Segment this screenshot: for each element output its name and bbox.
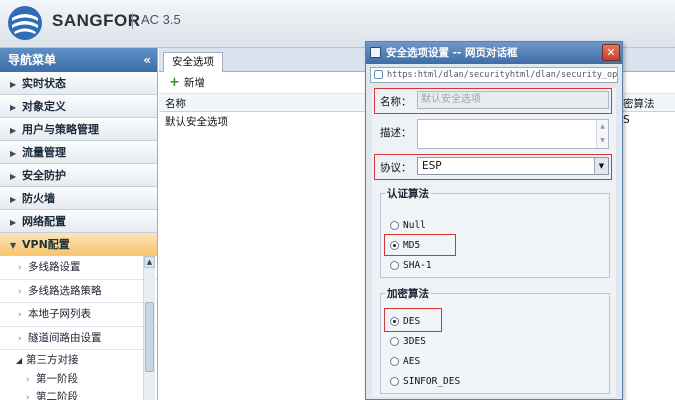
chevron-right-icon: ▶ — [10, 172, 17, 181]
radio-label: SHA-1 — [403, 260, 432, 271]
nav-item-label: 网络配置 — [22, 215, 66, 228]
subnav-group-third-party[interactable]: ◢ 第三方对接 — [0, 350, 157, 370]
nav-item-label: 防火墙 — [22, 192, 55, 205]
sidebar-title: 导航菜单 — [8, 53, 57, 67]
subnav-group-label: 第三方对接 — [26, 354, 79, 366]
nav-item-user-policy[interactable]: ▶ 用户与策略管理 — [0, 118, 157, 141]
subnav-phase-two[interactable]: › 第二阶段 — [0, 388, 157, 400]
radio-label: Null — [403, 220, 426, 231]
close-button[interactable]: ✕ — [602, 44, 620, 61]
column-header-partial[interactable]: 密算法 — [623, 96, 655, 111]
radio-circle-icon — [390, 357, 399, 366]
chevron-right-icon: › — [18, 310, 22, 320]
radio-circle-icon — [390, 221, 399, 230]
nav-item-label: 安全防护 — [22, 169, 66, 182]
chevron-right-icon: › — [18, 333, 22, 344]
page-icon — [374, 70, 383, 79]
nav-item-label: 对象定义 — [22, 100, 66, 113]
cell-name: 默认安全选项 — [165, 116, 228, 128]
radio-circle-icon — [390, 377, 399, 386]
description-label: 描述： — [380, 127, 412, 139]
subnav-label: 多线路选路策略 — [28, 284, 102, 297]
nav-item-security[interactable]: ▶ 安全防护 — [0, 164, 157, 187]
chevron-right-icon: › — [26, 393, 30, 400]
radio-label: SINFOR_DES — [403, 376, 461, 387]
subnav-label: 隧道间路由设置 — [28, 331, 102, 344]
plus-icon: + — [169, 75, 180, 90]
chevron-right-icon: ▶ — [10, 103, 17, 112]
brand-divider — [132, 13, 133, 29]
nav-item-vpn[interactable]: ▼ VPN配置 — [0, 233, 157, 256]
scrollbar-thumb[interactable] — [145, 302, 154, 372]
radio-label: AES — [403, 356, 421, 367]
address-url: https:html/dlan/securityhtml/dlan/securi… — [387, 70, 618, 80]
scroll-up-icon[interactable]: ▲ — [597, 120, 608, 134]
dialog-title: 安全选项设置 -- 网页对话框 — [386, 47, 518, 59]
brand-name: SANGFOR — [52, 11, 141, 30]
vpn-submenu: › 多线路设置 › 多线路选路策略 › 本地子网列表 › 隧道间路由设置 ◢ 第三方对接 … — [0, 256, 157, 400]
subnav-phase-one[interactable]: › 第一阶段 — [0, 370, 157, 388]
dialog-titlebar[interactable]: 安全选项设置 -- 网页对话框 ✕ — [366, 42, 622, 64]
name-highlight — [374, 88, 612, 114]
subnav-local-subnets[interactable]: › 本地子网列表 — [0, 303, 157, 327]
chevron-right-icon: › — [18, 263, 22, 273]
scroll-up-icon[interactable]: ▲ — [144, 256, 155, 268]
nav-item-label: 用户与策略管理 — [22, 123, 99, 136]
cell-partial: S — [623, 114, 630, 126]
chevron-down-icon: ▼ — [10, 241, 17, 250]
nav-item-object-definition[interactable]: ▶ 对象定义 — [0, 95, 157, 118]
security-options-dialog: 安全选项设置 -- 网页对话框 ✕ https:html/dlan/securi… — [365, 41, 623, 400]
md5-highlight — [384, 234, 456, 256]
nav-item-label: VPN配置 — [22, 238, 70, 251]
description-row: 描述： ▲ ▼ — [376, 117, 616, 151]
des-highlight — [384, 308, 442, 332]
chevron-right-icon: ▶ — [10, 195, 17, 204]
nav-item-traffic[interactable]: ▶ 流量管理 — [0, 141, 157, 164]
dialog-body: 名称： 默认安全选项 描述： ▲ ▼ 协议： ESP ▼ 认证算法 Null MD… — [372, 88, 616, 397]
textarea-scrollbar[interactable]: ▲ ▼ — [596, 120, 608, 148]
chevron-right-icon: ▶ — [10, 80, 17, 89]
add-button-label: 新增 — [183, 77, 205, 89]
chevron-right-icon: ▶ — [10, 149, 17, 158]
nav-item-network[interactable]: ▶ 网络配置 — [0, 210, 157, 233]
nav-item-label: 流量管理 — [22, 146, 66, 159]
submenu-scrollbar[interactable]: ▲ — [143, 256, 155, 400]
column-header-name[interactable]: 名称 — [165, 96, 186, 111]
nav-item-realtime-status[interactable]: ▶ 实时状态 — [0, 72, 157, 95]
chevron-right-icon: ▶ — [10, 126, 17, 135]
radio-circle-icon — [390, 337, 399, 346]
subnav-label: 多线路设置 — [28, 261, 81, 273]
nav-item-label: 实时状态 — [22, 77, 66, 90]
subnav-label: 第一阶段 — [36, 373, 78, 385]
scroll-down-icon[interactable]: ▼ — [597, 134, 608, 148]
auth-algorithm-legend: 认证算法 — [387, 188, 429, 200]
subnav-label: 第二阶段 — [36, 391, 78, 400]
subnav-multiline-policy[interactable]: › 多线路选路策略 — [0, 280, 157, 303]
window-icon — [370, 47, 381, 58]
address-bar: https:html/dlan/securityhtml/dlan/securi… — [370, 67, 618, 83]
add-button[interactable]: + 新增 — [169, 72, 205, 94]
subnav-label: 本地子网列表 — [28, 308, 91, 320]
chevron-right-icon: ▶ — [10, 218, 17, 227]
protocol-highlight — [374, 154, 612, 180]
tab-security-options[interactable]: 安全选项 — [163, 52, 223, 72]
sangfor-logo-icon — [8, 6, 42, 40]
encryption-algorithm-legend: 加密算法 — [387, 288, 429, 300]
radio-circle-icon — [390, 261, 399, 270]
product-version: AC 3.5 — [141, 12, 181, 27]
radio-label: 3DES — [403, 336, 426, 347]
chevron-right-icon: › — [26, 375, 30, 385]
subnav-tunnel-routing[interactable]: › 隧道间路由设置 — [0, 327, 157, 350]
description-textarea[interactable]: ▲ ▼ — [417, 119, 609, 149]
subnav-multiline-settings[interactable]: › 多线路设置 — [0, 256, 157, 280]
navigation-sidebar: 导航菜单 « ▶ 实时状态 ▶ 对象定义 ▶ 用户与策略管理 ▶ 流量管理 ▶ 安全防护 … — [0, 48, 158, 400]
triangle-down-icon: ◢ — [16, 356, 23, 365]
sidebar-header: 导航菜单 « — [0, 48, 157, 72]
nav-item-firewall[interactable]: ▶ 防火墙 — [0, 187, 157, 210]
chevron-right-icon: › — [18, 286, 22, 297]
collapse-sidebar-icon[interactable]: « — [143, 48, 151, 72]
